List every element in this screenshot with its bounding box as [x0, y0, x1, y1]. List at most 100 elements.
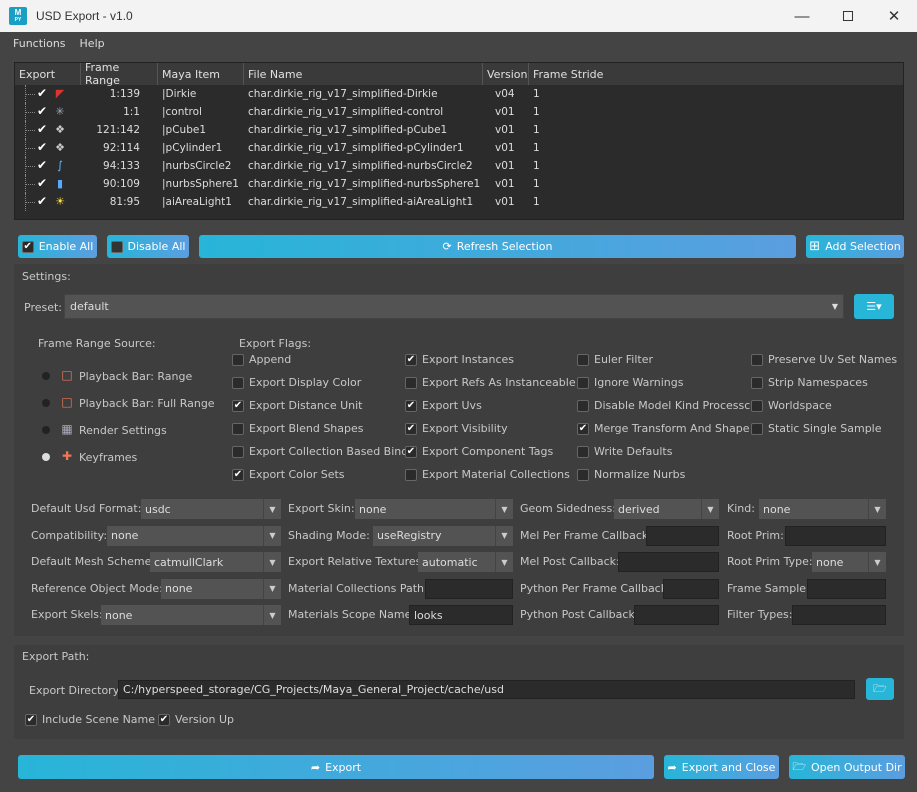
frame-range-cell[interactable]: 121:142 — [81, 124, 158, 136]
close-button[interactable]: ✕ — [871, 0, 917, 32]
frame-range-cell[interactable]: 90:109 — [81, 178, 158, 190]
file-name-cell[interactable]: char.dirkie_rig_v17_simplified-nurbsCirc… — [244, 160, 483, 172]
mel-post-callback-field[interactable] — [618, 552, 719, 572]
table-row[interactable]: ✔ ◤ 1:139 |Dirkie char.dirkie_rig_v17_sim… — [15, 85, 903, 103]
file-name-cell[interactable]: char.dirkie_rig_v17_simplified-pCylinder… — [244, 142, 483, 154]
frame-stride-cell[interactable]: 1 — [529, 178, 903, 190]
frame-stride-cell[interactable]: 1 — [529, 88, 903, 100]
export-flag-checkbox[interactable]: Export Blend Shapes — [232, 422, 364, 435]
source-radio[interactable] — [42, 426, 50, 434]
root-prim-type-dropdown[interactable]: none ▼ — [812, 552, 886, 572]
export-flag-checkbox[interactable]: Disable Model Kind Processc — [577, 399, 750, 412]
source-label[interactable]: Playback Bar: Full Range — [79, 397, 215, 410]
col-version[interactable]: Version — [483, 63, 529, 85]
export-check[interactable]: ✔ — [37, 194, 47, 208]
export-check[interactable]: ✔ — [37, 176, 47, 190]
shading-mode-dropdown[interactable]: useRegistry ▼ — [373, 525, 513, 546]
file-name-cell[interactable]: char.dirkie_rig_v17_simplified-Dirkie — [244, 88, 483, 100]
export-skels-dropdown[interactable]: none ▼ — [101, 605, 281, 625]
export-flag-checkbox[interactable]: Preserve Uv Set Names — [751, 353, 897, 366]
file-name-cell[interactable]: char.dirkie_rig_v17_simplified-aiAreaLig… — [244, 196, 483, 208]
version-cell[interactable]: v01 — [483, 124, 529, 136]
minimize-button[interactable]: — — [779, 0, 825, 32]
export-and-close-button[interactable]: ➦ Export and Close — [664, 755, 779, 779]
preset-dropdown[interactable]: default ▼ — [64, 294, 844, 319]
frame-range-cell[interactable]: 94:133 — [81, 160, 158, 172]
version-cell[interactable]: v01 — [483, 106, 529, 118]
enable-all-button[interactable]: ✔ Enable All — [18, 235, 97, 258]
export-flag-checkbox[interactable]: Export Collection Based Bind — [232, 445, 408, 458]
export-flag-checkbox[interactable]: Normalize Nurbs — [577, 468, 685, 481]
export-flag-checkbox[interactable]: ✔ Export Instances — [405, 353, 514, 366]
frame-stride-cell[interactable]: 1 — [529, 142, 903, 154]
export-flag-checkbox[interactable]: Append — [232, 353, 291, 366]
refresh-selection-button[interactable]: ⟳ Refresh Selection — [199, 235, 796, 258]
material-collections-path-field[interactable] — [425, 578, 513, 599]
frame-sample-field[interactable] — [807, 578, 886, 599]
export-flag-checkbox[interactable]: Euler Filter — [577, 353, 653, 366]
export-flag-checkbox[interactable]: Export Material Collections — [405, 468, 570, 481]
export-flag-checkbox[interactable]: Export Display Color — [232, 376, 361, 389]
col-frame-stride[interactable]: Frame Stride — [529, 63, 903, 85]
python-post-callback-field[interactable] — [634, 605, 719, 625]
export-relative-textures-dropdown[interactable]: automatic ▼ — [418, 552, 513, 572]
menu-functions[interactable]: Functions — [13, 37, 66, 50]
include-scene-name-checkbox[interactable]: ✔ Include Scene Name — [25, 713, 155, 726]
export-check[interactable]: ✔ — [37, 122, 47, 136]
frame-stride-cell[interactable]: 1 — [529, 196, 903, 208]
source-radio[interactable] — [42, 372, 50, 380]
export-directory-field[interactable]: C:/hyperspeed_storage/CG_Projects/Maya_G… — [118, 680, 855, 699]
col-maya-item[interactable]: Maya Item — [158, 63, 244, 85]
export-skin-dropdown[interactable]: none ▼ — [355, 499, 513, 519]
frame-stride-cell[interactable]: 1 — [529, 124, 903, 136]
table-row[interactable]: ✔ ☀ 81:95 |aiAreaLight1 char.dirkie_rig_v… — [15, 193, 903, 211]
mel-per-frame-callback-field[interactable] — [646, 525, 719, 546]
export-flag-checkbox[interactable]: Worldspace — [751, 399, 832, 412]
root-prim-field[interactable] — [785, 525, 886, 546]
version-cell[interactable]: v01 — [483, 196, 529, 208]
kind-dropdown[interactable]: none ▼ — [759, 499, 886, 519]
export-flag-checkbox[interactable]: Ignore Warnings — [577, 376, 683, 389]
maximize-button[interactable] — [825, 0, 871, 32]
export-flag-checkbox[interactable]: Static Single Sample — [751, 422, 882, 435]
version-cell[interactable]: v04 — [483, 88, 529, 100]
export-flag-checkbox[interactable]: ✔ Export Uvs — [405, 399, 482, 412]
menu-help[interactable]: Help — [80, 37, 105, 50]
version-up-checkbox[interactable]: ✔ Version Up — [158, 713, 234, 726]
default-usd-format-dropdown[interactable]: usdc ▼ — [141, 499, 281, 519]
col-export[interactable]: Export — [15, 63, 81, 85]
export-flag-checkbox[interactable]: ✔ Export Distance Unit — [232, 399, 363, 412]
frame-range-cell[interactable]: 92:114 — [81, 142, 158, 154]
frame-stride-cell[interactable]: 1 — [529, 106, 903, 118]
frame-range-cell[interactable]: 1:1 — [81, 106, 158, 118]
export-flag-checkbox[interactable]: Strip Namespaces — [751, 376, 868, 389]
browse-folder-button[interactable]: 🗁 — [866, 678, 894, 700]
filter-types-field[interactable] — [792, 605, 886, 625]
export-flag-checkbox[interactable]: Write Defaults — [577, 445, 672, 458]
frame-range-cell[interactable]: 1:139 — [81, 88, 158, 100]
file-name-cell[interactable]: char.dirkie_rig_v17_simplified-control — [244, 106, 483, 118]
col-frame-range[interactable]: Frame Range — [81, 61, 158, 87]
table-row[interactable]: ✔ ✳ 1:1 |control char.dirkie_rig_v17_simp… — [15, 103, 903, 121]
export-flag-checkbox[interactable]: ✔ Merge Transform And Shape — [577, 422, 749, 435]
col-file-name[interactable]: File Name — [244, 63, 483, 85]
export-button[interactable]: ➦ Export — [18, 755, 654, 779]
disable-all-button[interactable]: Disable All — [107, 235, 189, 258]
default-mesh-scheme-dropdown[interactable]: catmullClark ▼ — [150, 552, 281, 572]
compatibility-dropdown[interactable]: none ▼ — [107, 525, 281, 546]
frame-range-cell[interactable]: 81:95 — [81, 196, 158, 208]
preset-menu-button[interactable]: ☰▾ — [854, 294, 894, 319]
export-flag-checkbox[interactable]: ✔ Export Visibility — [405, 422, 508, 435]
version-cell[interactable]: v01 — [483, 178, 529, 190]
frame-stride-cell[interactable]: 1 — [529, 160, 903, 172]
export-check[interactable]: ✔ — [37, 86, 47, 100]
open-output-dir-button[interactable]: 🗁 Open Output Dir — [789, 755, 905, 779]
version-cell[interactable]: v01 — [483, 160, 529, 172]
table-row[interactable]: ✔ ▮ 90:109 |nurbsSphere1 char.dirkie_rig_… — [15, 175, 903, 193]
source-label[interactable]: Keyframes — [79, 451, 137, 464]
file-name-cell[interactable]: char.dirkie_rig_v17_simplified-pCube1 — [244, 124, 483, 136]
export-flag-checkbox[interactable]: ✔ Export Component Tags — [405, 445, 553, 458]
source-radio[interactable] — [42, 399, 50, 407]
export-flag-checkbox[interactable]: Export Refs As Instanceable — [405, 376, 576, 389]
python-per-frame-callback-field[interactable] — [663, 578, 719, 599]
